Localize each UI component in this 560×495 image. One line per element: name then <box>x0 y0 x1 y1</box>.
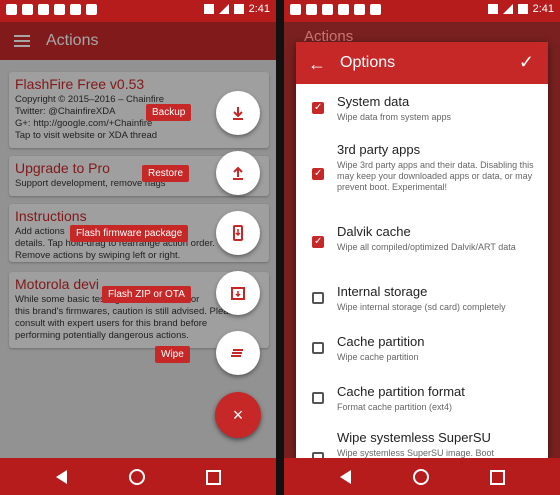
option-title: Internal storage <box>337 284 428 299</box>
actions-screen: 2:41 Actions FlashFire Free v0.53 Copyri… <box>0 0 276 495</box>
close-fab-button[interactable]: × <box>215 392 261 438</box>
option-desc: Wipe cache partition <box>337 352 419 362</box>
backup-label[interactable]: Backup <box>146 104 192 121</box>
upload-icon <box>233 166 243 180</box>
restore-button[interactable] <box>216 151 260 195</box>
back-icon[interactable] <box>340 470 351 484</box>
option-title: System data <box>337 94 410 109</box>
checkbox[interactable]: ✓ <box>312 236 324 248</box>
archive-icon <box>231 287 245 300</box>
back-icon[interactable] <box>56 470 67 484</box>
option-desc: Wipe data from system apps <box>337 112 452 122</box>
flash-firmware-button[interactable] <box>216 211 260 255</box>
close-icon: × <box>232 404 244 425</box>
option-desc: Wipe all compiled/optimized Dalvik/ART d… <box>337 242 516 252</box>
nav-bar <box>284 458 560 495</box>
option-title: Dalvik cache <box>337 224 411 239</box>
signal-icon <box>218 4 229 14</box>
battery-icon <box>233 4 244 14</box>
option-desc: Wipe internal storage (sd card) complete… <box>337 302 506 312</box>
backup-button[interactable] <box>216 91 260 135</box>
options-dialog: ← Options ✓ ✓ System data Wipe data from… <box>296 42 548 458</box>
option-desc: Wipe systemless SuperSU image. Boot <box>337 448 495 458</box>
notification-icons <box>290 4 381 15</box>
checkbox[interactable] <box>312 342 324 354</box>
checkbox[interactable]: ✓ <box>312 168 324 180</box>
eraser-icon <box>231 349 243 357</box>
status-right: 2:41 <box>203 3 270 15</box>
option-desc: Format cache partition (ext4) <box>337 402 453 412</box>
option-title: Cache partition <box>337 334 425 349</box>
recents-icon[interactable] <box>206 470 221 485</box>
nav-bar <box>0 458 276 495</box>
download-icon <box>233 107 243 120</box>
confirm-check-icon[interactable]: ✓ <box>519 52 534 73</box>
signal-icon <box>502 4 513 14</box>
option-title: Wipe systemless SuperSU <box>337 430 491 445</box>
status-right: 2:41 <box>487 3 554 15</box>
alarm-icon <box>203 4 214 14</box>
status-time: 2:41 <box>532 3 554 15</box>
status-bar: 2:41 <box>0 0 276 22</box>
alarm-icon <box>487 4 498 14</box>
flash-zip-button[interactable] <box>216 271 260 315</box>
option-title: 3rd party apps <box>337 142 421 157</box>
flash-zip-label[interactable]: Flash ZIP or OTA <box>102 286 191 303</box>
divider <box>276 0 284 495</box>
restore-label[interactable]: Restore <box>142 165 190 182</box>
dialog-header: ← Options ✓ <box>296 42 548 84</box>
home-icon[interactable] <box>129 469 145 485</box>
notification-icons <box>6 4 97 15</box>
options-screen: 2:41 Actions ← Options ✓ ✓ System data W… <box>284 0 560 495</box>
home-icon[interactable] <box>413 469 429 485</box>
flash-firmware-label[interactable]: Flash firmware package <box>70 225 189 242</box>
wipe-label[interactable]: Wipe <box>155 346 190 363</box>
checkbox[interactable] <box>312 392 324 404</box>
option-title: Cache partition format <box>337 384 465 399</box>
recents-icon[interactable] <box>490 470 505 485</box>
option-desc: Wipe 3rd party apps and their data. Disa… <box>337 160 534 192</box>
dialog-title: Options <box>340 54 396 71</box>
battery-icon <box>517 4 528 14</box>
status-time: 2:41 <box>248 3 270 15</box>
status-bar: 2:41 <box>284 0 560 22</box>
wipe-button[interactable] <box>216 331 260 375</box>
checkbox[interactable]: ✓ <box>312 102 324 114</box>
back-arrow-icon[interactable]: ← <box>308 54 326 75</box>
phone-download-icon <box>233 225 243 241</box>
checkbox[interactable] <box>312 292 324 304</box>
